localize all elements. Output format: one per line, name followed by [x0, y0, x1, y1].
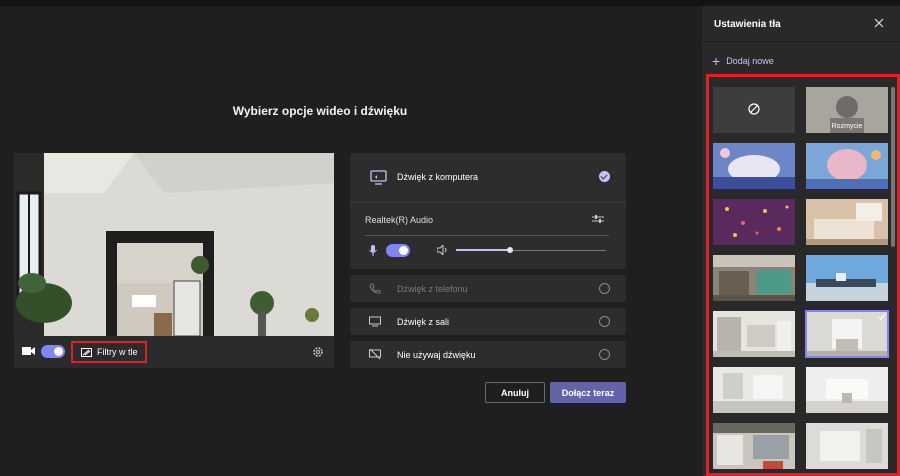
background-effects-icon [81, 347, 92, 357]
no-audio-icon [369, 349, 381, 360]
room-audio-label: Dźwięk z sali [397, 317, 450, 327]
gear-icon[interactable] [312, 346, 324, 358]
no-audio-label: Nie używaj dźwięku [397, 350, 476, 360]
background-thumbnail[interactable] [713, 255, 795, 301]
panel-title: Ustawienia tła [714, 19, 781, 30]
no-background-icon [748, 103, 760, 115]
microphone-icon [369, 245, 377, 256]
scrollbar[interactable] [891, 87, 895, 247]
video-controls-bar: Filtry w tle [14, 336, 334, 368]
room-display-icon [369, 316, 381, 327]
camera-icon [22, 347, 35, 355]
volume-slider-handle[interactable] [507, 247, 513, 253]
radio-button[interactable] [599, 283, 610, 294]
page-title: Wybierz opcje wideo i dźwięku [232, 104, 408, 118]
speaker-icon [437, 245, 447, 255]
add-new-background-button[interactable]: + Dodaj nowe [712, 52, 774, 69]
background-gallery: Rozmycie [706, 74, 900, 476]
background-filters-button[interactable]: Filtry w tle [71, 341, 147, 363]
camera-toggle[interactable] [41, 345, 65, 358]
background-thumbnail[interactable] [806, 199, 888, 245]
computer-audio-icon [370, 170, 387, 185]
audio-device-select[interactable]: Realtek(R) Audio [365, 215, 433, 225]
audio-option-room[interactable]: Dźwięk z sali [350, 308, 626, 335]
close-icon[interactable] [874, 18, 884, 28]
background-thumbnail[interactable] [713, 143, 795, 189]
background-thumbnail[interactable] [806, 423, 888, 469]
computer-audio-label: Dźwięk z komputera [397, 172, 479, 182]
radio-button[interactable] [599, 349, 610, 360]
blur-label: Rozmycie [831, 123, 863, 130]
audio-option-computer[interactable]: Dźwięk z komputera Realtek(R) Audio [350, 153, 626, 269]
background-settings-panel: Ustawienia tła + Dodaj nowe Rozmycie [702, 6, 900, 476]
background-thumbnail[interactable] [806, 367, 888, 413]
background-thumbnail-selected[interactable] [805, 310, 889, 358]
background-thumbnail[interactable] [713, 311, 795, 357]
background-blur[interactable]: Rozmycie [806, 87, 888, 133]
audio-option-none[interactable]: Nie używaj dźwięku [350, 341, 626, 368]
filters-label: Filtry w tle [97, 347, 138, 357]
sliders-icon[interactable] [592, 214, 604, 224]
background-none[interactable] [713, 87, 795, 133]
phone-audio-label: Dźwięk z telefonu [397, 284, 468, 294]
checkmark-icon [878, 313, 886, 320]
microphone-toggle[interactable] [386, 244, 410, 257]
divider [702, 41, 900, 42]
phone-icon [369, 283, 381, 294]
background-thumbnail[interactable] [806, 143, 888, 189]
background-thumbnail[interactable] [713, 423, 795, 469]
selected-check-icon [599, 171, 610, 182]
join-now-button[interactable]: Dołącz teraz [550, 382, 626, 403]
volume-fill [456, 249, 510, 251]
background-thumbnail[interactable] [806, 255, 888, 301]
background-thumbnail[interactable] [713, 367, 795, 413]
cancel-button[interactable]: Anuluj [485, 382, 545, 403]
plus-icon: + [712, 52, 721, 69]
divider [365, 235, 609, 236]
video-preview [14, 153, 334, 336]
add-new-label: Dodaj nowe [726, 56, 774, 66]
divider [350, 202, 626, 203]
audio-option-phone[interactable]: Dźwięk z telefonu [350, 275, 626, 302]
background-thumbnail[interactable] [713, 199, 795, 245]
radio-button[interactable] [599, 316, 610, 327]
